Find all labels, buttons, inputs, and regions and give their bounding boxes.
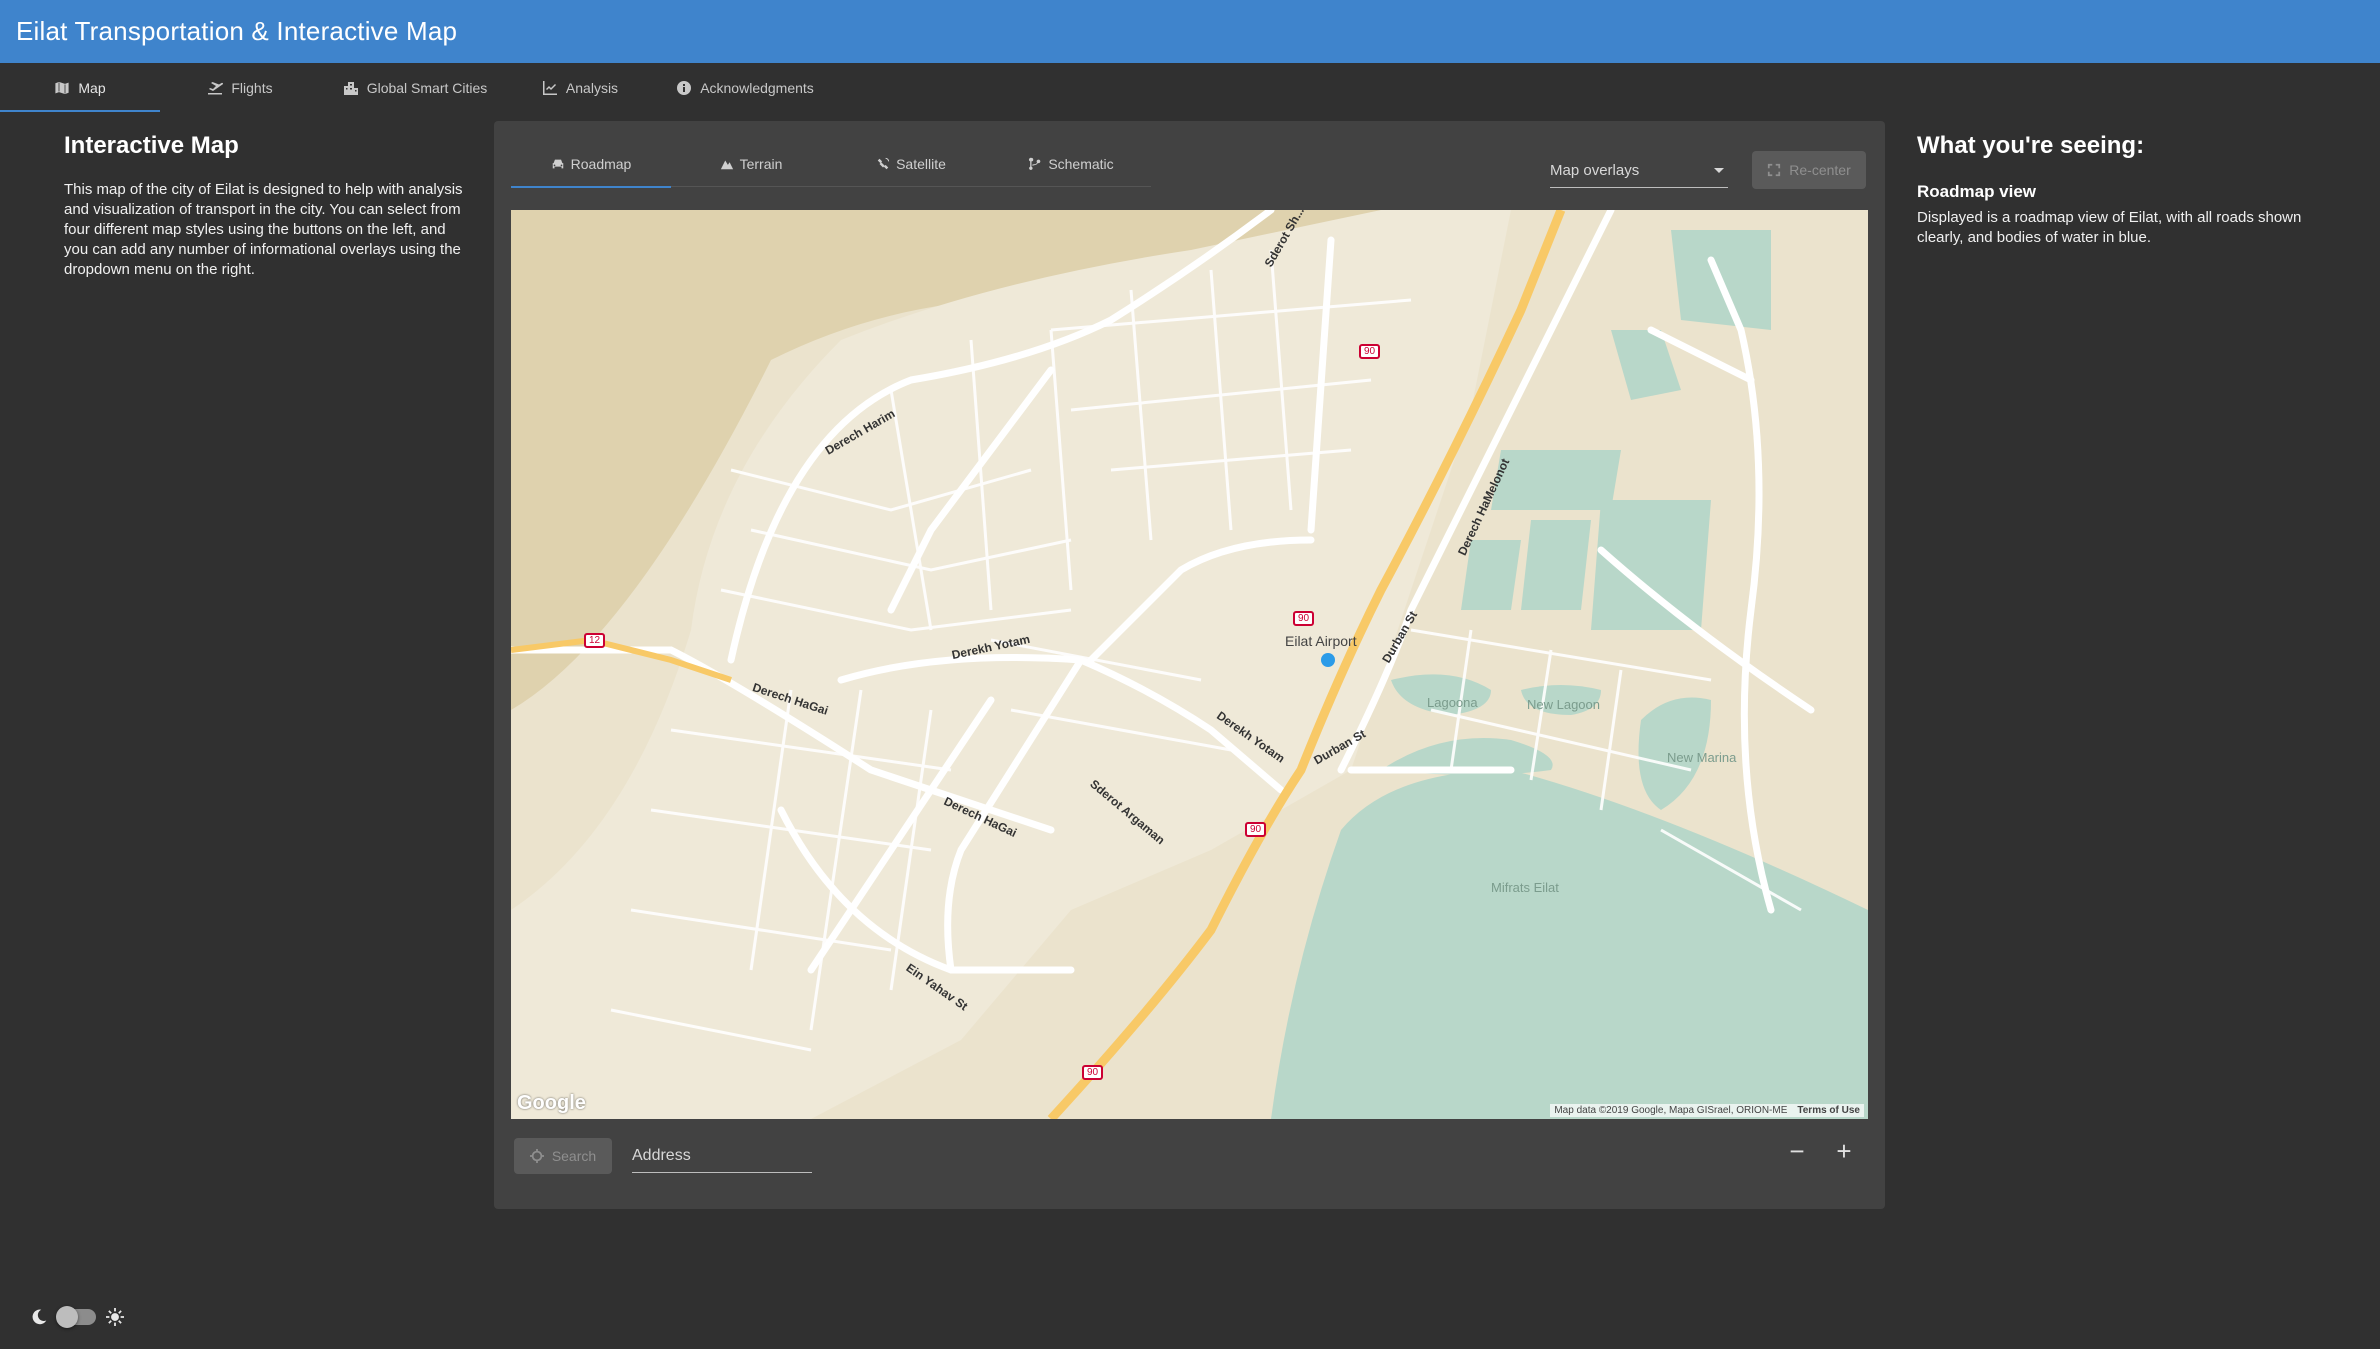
map-viewport[interactable]: Eilat Airport Lagoona New Lagoon New Mar… xyxy=(511,210,1868,1119)
tab-map-label: Map xyxy=(78,79,106,96)
map-label-airport: Eilat Airport xyxy=(1285,633,1357,649)
map-card: Roadmap Terrain Satellite Schematic Map … xyxy=(494,121,1885,1209)
tab-acknowledgments-label: Acknowledgments xyxy=(700,79,814,96)
map-label-lagoona: Lagoona xyxy=(1427,695,1478,710)
tab-global-smart-cities[interactable]: Global Smart Cities xyxy=(320,63,510,112)
route-90-shield: 90 xyxy=(1293,611,1315,626)
map-label-new-lagoon: New Lagoon xyxy=(1527,697,1600,712)
tab-flights[interactable]: Flights xyxy=(160,63,320,112)
map-style-tab-terrain-label: Terrain xyxy=(739,156,783,172)
left-panel: Interactive Map This map of the city of … xyxy=(64,132,464,280)
plane-icon xyxy=(208,81,224,94)
moon-icon xyxy=(32,1309,47,1325)
car-icon xyxy=(552,159,563,169)
zoom-out-button[interactable]: − xyxy=(1777,1131,1817,1171)
route-90-shield: 90 xyxy=(1359,344,1381,359)
recenter-label: Re-center xyxy=(1789,162,1851,178)
right-panel: What you're seeing: Roadmap view Display… xyxy=(1917,132,2317,248)
locate-icon xyxy=(529,1149,544,1163)
map-style-tab-schematic[interactable]: Schematic xyxy=(991,141,1151,187)
address-placeholder: Address xyxy=(632,1146,691,1164)
satellite-icon xyxy=(877,157,890,170)
search-button-label: Search xyxy=(551,1148,597,1164)
map-style-tab-terrain[interactable]: Terrain xyxy=(671,141,831,187)
tab-analysis-label: Analysis xyxy=(565,79,619,96)
view-description: Displayed is a roadmap view of Eilat, wi… xyxy=(1917,209,2302,246)
map-style-tab-schematic-label: Schematic xyxy=(1048,156,1114,172)
branch-icon xyxy=(1029,157,1041,170)
page-title: Interactive Map xyxy=(64,132,239,159)
page-description: This map of the city of Eilat is designe… xyxy=(64,181,463,278)
view-title: Roadmap view xyxy=(1917,182,2037,201)
tab-map[interactable]: Map xyxy=(0,63,160,112)
terms-link[interactable]: Terms of Use xyxy=(1797,1105,1860,1116)
mountain-icon xyxy=(720,160,733,170)
route-90-shield: 90 xyxy=(1082,1065,1104,1080)
tab-acknowledgments[interactable]: Acknowledgments xyxy=(650,63,840,112)
map-icon xyxy=(54,80,70,95)
map-attribution-text: Map data ©2019 Google, Mapa GISrael, ORI… xyxy=(1554,1105,1788,1116)
sun-icon xyxy=(106,1308,124,1326)
map-overlays-label: Map overlays xyxy=(1550,162,1640,179)
theme-switch-knob[interactable] xyxy=(56,1306,78,1328)
map-style-tab-roadmap-label: Roadmap xyxy=(570,156,632,172)
chevron-down-icon xyxy=(1714,168,1724,173)
airport-pin-icon[interactable] xyxy=(1321,653,1335,667)
chart-icon xyxy=(542,80,557,95)
tab-global-smart-cities-label: Global Smart Cities xyxy=(366,79,488,96)
app-title: Eilat Transportation & Interactive Map xyxy=(16,16,458,46)
info-icon xyxy=(677,80,692,95)
map-canvas xyxy=(511,210,1868,1119)
route-12-shield: 12 xyxy=(584,633,606,648)
map-style-tabs: Roadmap Terrain Satellite Schematic xyxy=(511,141,1151,188)
city-icon xyxy=(343,81,358,95)
right-panel-title: What you're seeing: xyxy=(1917,132,2145,159)
map-style-tab-satellite-label: Satellite xyxy=(896,156,946,172)
map-label-mifrats: Mifrats Eilat xyxy=(1491,880,1559,895)
tab-analysis[interactable]: Analysis xyxy=(510,63,650,112)
map-attribution: Map data ©2019 Google, Mapa GISrael, ORI… xyxy=(1550,1104,1864,1117)
tab-flights-label: Flights xyxy=(231,79,273,96)
map-style-tab-satellite[interactable]: Satellite xyxy=(831,141,991,187)
map-label-new-marina: New Marina xyxy=(1667,750,1737,765)
recenter-icon xyxy=(1768,163,1781,177)
app-bar: Eilat Transportation & Interactive Map xyxy=(0,0,2380,63)
theme-toggle xyxy=(30,1306,124,1328)
main-nav: Map Flights Global Smart Cities Analysis… xyxy=(0,63,2380,112)
map-overlays-select[interactable]: Map overlays xyxy=(1550,154,1728,188)
google-logo: Google xyxy=(517,1092,586,1114)
zoom-in-button[interactable]: + xyxy=(1824,1131,1864,1171)
theme-switch[interactable] xyxy=(56,1306,96,1328)
recenter-button[interactable]: Re-center xyxy=(1752,151,1866,189)
address-input[interactable]: Address xyxy=(632,1139,812,1173)
map-style-tab-roadmap[interactable]: Roadmap xyxy=(511,141,671,188)
route-90-shield: 90 xyxy=(1245,822,1267,837)
search-button[interactable]: Search xyxy=(514,1138,612,1174)
